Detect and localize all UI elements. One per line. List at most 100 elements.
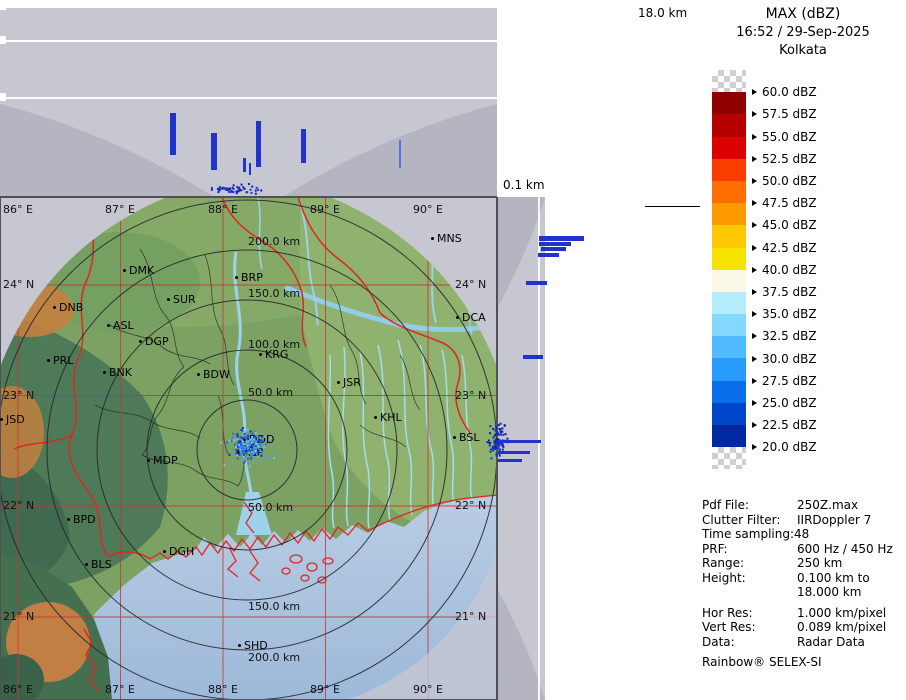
city-label: DGH	[169, 545, 195, 558]
lat-label: 22° N	[455, 499, 487, 512]
city-label: JSD	[6, 413, 25, 426]
city-label: BLS	[91, 558, 112, 571]
legend-tick-arrow	[752, 422, 757, 429]
city-label: SHD	[244, 639, 268, 652]
legend-tick-arrow	[752, 377, 757, 384]
city-dot	[431, 237, 434, 240]
side-profile-panel	[497, 197, 700, 700]
city-marker: DDD	[243, 433, 274, 446]
city-label: DNB	[59, 301, 84, 314]
range-ring-label: 200.0 km	[248, 651, 301, 664]
info-row: Clutter Filter: IIRDoppler 7	[702, 513, 906, 528]
city-marker: BSL	[453, 431, 479, 444]
info-value: 48	[794, 527, 810, 541]
legend-entry: 27.5 dBZ	[752, 374, 817, 388]
city-label: JSR	[343, 376, 361, 389]
legend-entry: 50.0 dBZ	[752, 174, 817, 188]
lon-label: 86° E	[3, 203, 33, 216]
legend-entry: 57.5 dBZ	[752, 107, 817, 121]
legend-entry: 42.5 dBZ	[752, 241, 817, 255]
height-axis-tick-line	[645, 206, 700, 207]
lat-label: 24° N	[455, 278, 487, 291]
city-dot	[243, 438, 246, 441]
city-marker: DCA	[456, 311, 486, 324]
legend-entry: 60.0 dBZ	[752, 85, 817, 99]
legend-tick-arrow	[752, 333, 757, 340]
city-marker: KRG	[259, 348, 288, 361]
city-dot	[47, 359, 50, 362]
city-marker: BNK	[103, 366, 132, 379]
height-axis-min-label: 0.1 km	[503, 178, 545, 192]
city-marker: DGP	[139, 335, 169, 348]
legend-tick-arrow	[752, 133, 757, 140]
info-label	[702, 585, 797, 600]
city-dot	[163, 550, 166, 553]
height-axis-max-label: 18.0 km	[638, 6, 688, 20]
legend-entry: 35.0 dBZ	[752, 307, 817, 321]
info-value: 0.089 km/pixel	[797, 620, 887, 634]
product-info-block: Pdf File: 250Z.max Clutter Filter: IIRDoppl…	[700, 498, 906, 670]
city-marker: ASL	[107, 319, 134, 332]
range-ring-label: 50.0 km	[248, 386, 294, 399]
info-row: Hor Res: 1.000 km/pixel	[702, 606, 906, 621]
legend-tick-arrow	[752, 244, 757, 251]
lon-label: 86° E	[3, 683, 33, 696]
info-label: Time sampling:	[702, 527, 795, 541]
info-row: Range: 250 km	[702, 556, 906, 571]
legend-tick-arrow	[752, 200, 757, 207]
city-label: DMK	[129, 264, 155, 277]
city-marker: ALP	[237, 446, 263, 459]
city-label: MNS	[437, 232, 462, 245]
legend-tick-arrow	[752, 311, 757, 318]
side-profile-panel-art	[497, 197, 545, 700]
info-row: 18.000 km	[702, 585, 906, 600]
info-label: Pdf File:	[702, 498, 750, 512]
info-row: Height: 0.100 km to	[702, 571, 906, 586]
lon-label: 87° E	[105, 683, 135, 696]
legend-entry: 47.5 dBZ	[752, 196, 817, 210]
city-dot	[235, 276, 238, 279]
info-value: IIRDoppler 7	[797, 512, 872, 527]
city-marker: DGH	[163, 545, 194, 558]
lon-label: 88° E	[208, 203, 238, 216]
city-dot	[238, 644, 241, 647]
city-dot	[374, 416, 377, 419]
city-marker: DNB	[53, 301, 83, 314]
range-ring-label: 150.0 km	[248, 287, 301, 300]
city-marker: JSR	[337, 376, 361, 389]
upper-profile-panel-art	[0, 0, 497, 197]
city-label: PRL	[53, 354, 74, 367]
city-dot	[147, 459, 150, 462]
city-dot	[53, 306, 56, 309]
info-value: 1.000 km/pixel	[797, 605, 887, 620]
info-label: Height:	[702, 570, 746, 585]
lon-label: 90° E	[413, 203, 443, 216]
info-rows: Pdf File: 250Z.max Clutter Filter: IIRDoppl…	[702, 498, 906, 649]
city-dot	[259, 353, 262, 356]
city-dot	[167, 298, 170, 301]
lat-label: 23° N	[3, 389, 35, 402]
info-value: 250 km	[797, 556, 843, 570]
city-dot	[67, 518, 70, 521]
legend-entry: 45.0 dBZ	[752, 218, 817, 232]
legend-entry: 25.0 dBZ	[752, 396, 817, 410]
city-dot	[456, 316, 459, 319]
info-row: Vert Res: 0.089 km/pixel	[702, 620, 906, 635]
city-marker: KHL	[374, 411, 402, 424]
city-label: BNK	[109, 366, 132, 379]
city-label: BDW	[203, 368, 230, 381]
city-dot	[85, 563, 88, 566]
info-label: Hor Res:	[702, 605, 753, 620]
lat-label: 21° N	[3, 610, 35, 623]
legend-tick-arrow	[752, 111, 757, 118]
city-marker: MNS	[431, 232, 462, 245]
city-label: BSL	[459, 431, 480, 444]
legend-tick-arrow	[752, 400, 757, 406]
city-label: SUR	[173, 293, 196, 306]
city-marker: SUR	[167, 293, 196, 306]
upper-profile-panel	[0, 0, 497, 197]
city-marker: SHD	[238, 639, 268, 652]
legend-entry: 22.5 dBZ	[752, 418, 817, 432]
city-dot	[107, 324, 110, 327]
city-label: KHL	[380, 411, 402, 424]
